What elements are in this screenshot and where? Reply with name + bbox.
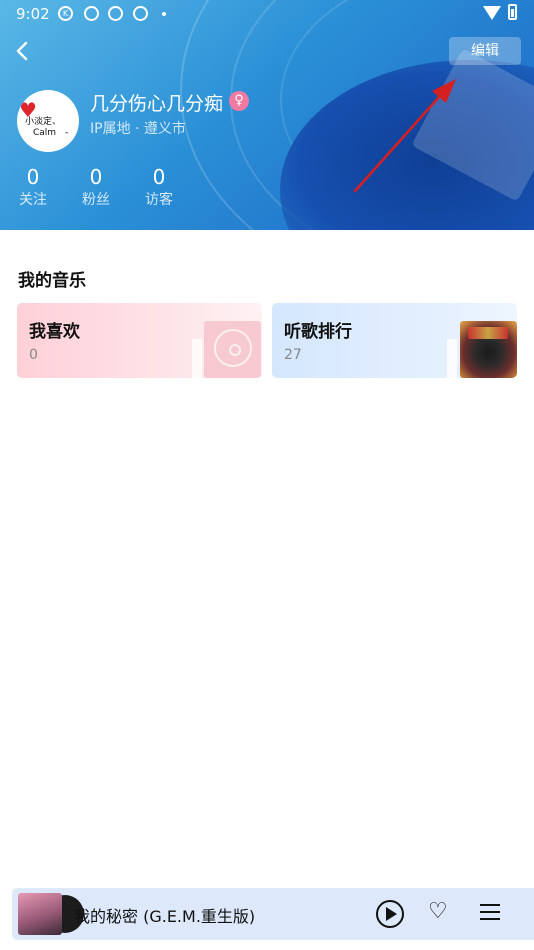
avatar-text-line2: Calm [33,128,57,138]
card-decoration [192,339,202,378]
stat-value: 0 [152,165,166,189]
album-cover-image [460,321,517,378]
aperture-icon [108,6,123,21]
card-count: 27 [284,347,302,363]
liked-songs-card[interactable]: 我喜欢 0 [17,303,262,378]
listening-ranking-card[interactable]: 听歌排行 27 [272,303,517,378]
aperture-icon [133,6,148,21]
my-music-title: 我的音乐 [18,271,86,291]
avatar-text-line3: - [65,128,69,138]
album-cover-image [18,893,62,935]
ip-location: IP属地 · 遵义市 [90,121,186,137]
battery-icon [508,4,517,20]
female-icon: ♀ [229,91,249,111]
stat-label: 访客 [145,192,173,208]
stat-following[interactable]: 0 关注 [8,166,58,209]
stat-label: 粉丝 [82,192,110,208]
aperture-icon [84,6,99,21]
profile-header: 9:02 K 编辑 ♥ 小淡定、 Calm - 几分伤心几分痴 ♀ IP属地 ·… [0,0,534,230]
card-count: 0 [29,347,38,363]
heart-outline-icon[interactable]: ♡ [428,898,448,926]
avatar-text-line1: 小淡定、 [25,117,62,127]
back-arrow-icon[interactable] [10,38,36,64]
playlist-icon[interactable] [480,904,500,922]
edit-profile-button[interactable]: 编辑 [449,37,521,65]
card-title: 听歌排行 [284,322,352,342]
mini-player[interactable]: 我的秘密 (G.E.M.重生版) ♡ [12,888,534,940]
stat-value: 0 [89,165,103,189]
avatar[interactable]: ♥ 小淡定、 Calm - [17,90,79,152]
card-decoration [447,339,457,378]
stat-visitors[interactable]: 0 访客 [134,166,184,209]
play-icon[interactable] [376,900,404,928]
disc-icon [204,321,261,378]
wifi-icon [483,6,501,20]
username: 几分伤心几分痴 [90,93,224,115]
annotation-arrow [353,79,456,193]
stat-label: 关注 [19,192,47,208]
k-icon: K [58,6,73,21]
now-playing-title: 我的秘密 (G.E.M.重生版) [74,907,256,926]
status-time: 9:02 [16,5,50,23]
dot-icon [162,12,166,16]
status-bar: 9:02 K [0,0,534,28]
stat-followers[interactable]: 0 粉丝 [71,166,121,209]
card-title: 我喜欢 [29,322,80,342]
stat-value: 0 [26,165,40,189]
